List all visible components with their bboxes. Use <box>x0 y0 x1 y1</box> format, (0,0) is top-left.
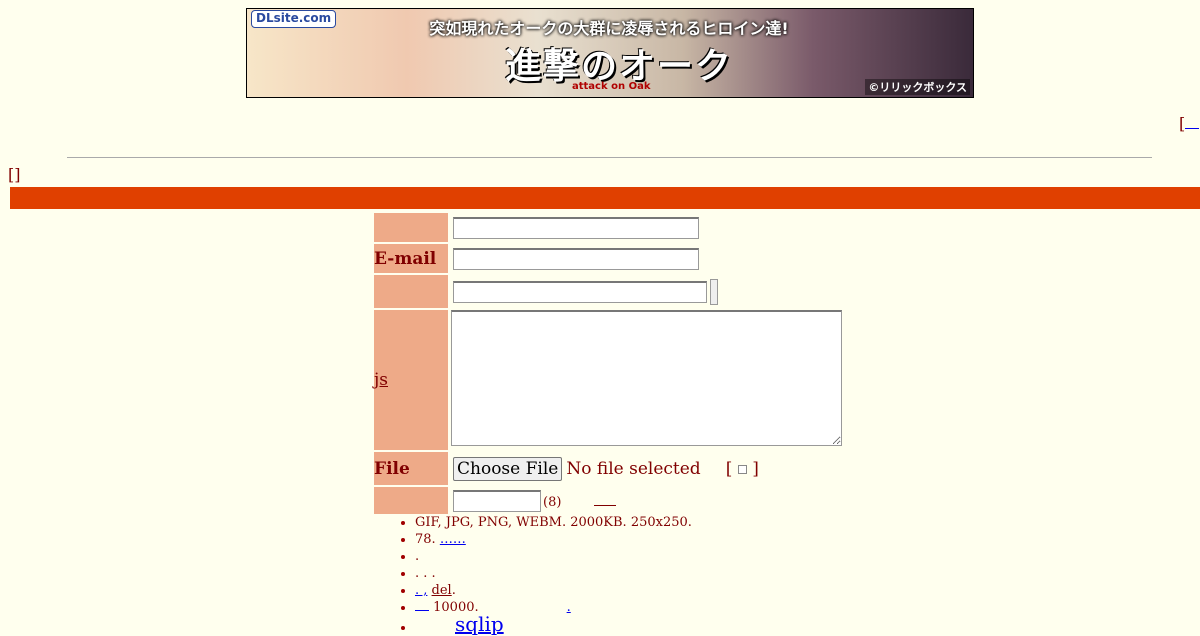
textonly-checkbox[interactable] <box>737 464 747 474</box>
post-mode-bar <box>10 187 1200 209</box>
rule-text: . <box>451 583 456 598</box>
rule-link[interactable]: …… <box>440 532 466 547</box>
password-label-cell <box>374 487 448 514</box>
email-label: E-mail <box>374 244 448 273</box>
rule-item: . . . <box>415 565 692 582</box>
password-help-link[interactable] <box>594 495 617 506</box>
password-length-note: (8) <box>543 494 562 510</box>
ad-banner[interactable]: DLsite.com 突如現れたオークの大群に凌辱されるヒロイン達! 進撃のオー… <box>246 8 974 98</box>
password-row: (8) <box>374 487 842 514</box>
textonly-open-bracket: [ <box>725 458 733 479</box>
subject-input[interactable] <box>453 280 707 303</box>
sqlip-link[interactable]: sqlip <box>455 612 504 636</box>
textonly-option: [ ] <box>726 459 759 479</box>
rule-text: . <box>415 549 420 564</box>
nav-link[interactable] <box>1185 114 1200 129</box>
file-label: File <box>374 452 448 485</box>
return-link-bracket[interactable]: [] <box>8 165 20 184</box>
rule-item: GIF, JPG, PNG, WEBM. 2000KB. 250x250. <box>415 514 692 531</box>
banner-credit: ©リリックボックス <box>865 79 970 95</box>
top-nav-links: [ <box>1179 114 1200 133</box>
email-row: E-mail <box>374 244 842 273</box>
banner-subtitle: attack on Oak <box>572 81 651 92</box>
rule-item: . <box>415 548 692 565</box>
rule-item: . , del. <box>415 582 692 599</box>
email-input[interactable] <box>453 247 699 270</box>
rule-item: sqlip <box>415 614 692 636</box>
rule-link[interactable]: . , <box>415 583 427 598</box>
file-status-text: No file selected <box>566 458 701 479</box>
rule-text: . . . <box>415 566 436 581</box>
post-form-table: E-mail js File Choose File No file select… <box>372 211 844 516</box>
textonly-close-bracket: ] <box>752 458 759 479</box>
comment-label-cell: js <box>374 310 448 450</box>
rule-tail-link[interactable]: . <box>567 600 571 615</box>
rule-item: 78. …… <box>415 531 692 548</box>
comment-textarea[interactable] <box>451 310 842 446</box>
file-row: File Choose File No file selected [ ] <box>374 452 842 485</box>
delete-password-input[interactable] <box>453 489 541 512</box>
comment-label-link[interactable]: js <box>374 370 388 390</box>
choose-file-button[interactable]: Choose File <box>453 456 563 481</box>
del-link[interactable]: del <box>432 583 452 598</box>
name-row <box>374 213 842 242</box>
posting-rules-list: GIF, JPG, PNG, WEBM. 2000KB. 250x250. 78… <box>375 514 692 636</box>
submit-button[interactable] <box>710 278 718 305</box>
name-label-cell <box>374 213 448 242</box>
rule-text: 78. <box>415 532 440 547</box>
rule-text: GIF, JPG, PNG, WEBM. 2000KB. 250x250. <box>415 515 692 530</box>
rule-link[interactable] <box>415 600 429 611</box>
subject-row <box>374 275 842 308</box>
horizontal-divider <box>67 157 1152 158</box>
post-form: E-mail js File Choose File No file select… <box>372 211 844 516</box>
comment-row: js <box>374 310 842 450</box>
name-input[interactable] <box>453 216 699 239</box>
subject-label-cell <box>374 275 448 308</box>
dlsite-logo: DLsite.com <box>251 10 337 28</box>
banner-headline: 突如現れたオークの大群に凌辱されるヒロイン達! <box>429 19 789 38</box>
